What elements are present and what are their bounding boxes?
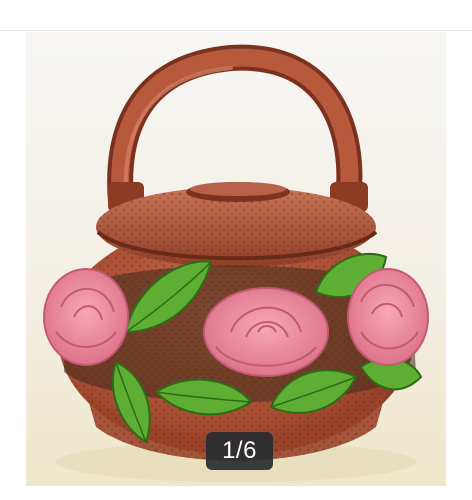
image-viewer[interactable] <box>26 32 446 486</box>
product-photo <box>26 32 446 486</box>
top-bar <box>0 0 472 31</box>
image-counter: 1/6 <box>206 432 273 470</box>
